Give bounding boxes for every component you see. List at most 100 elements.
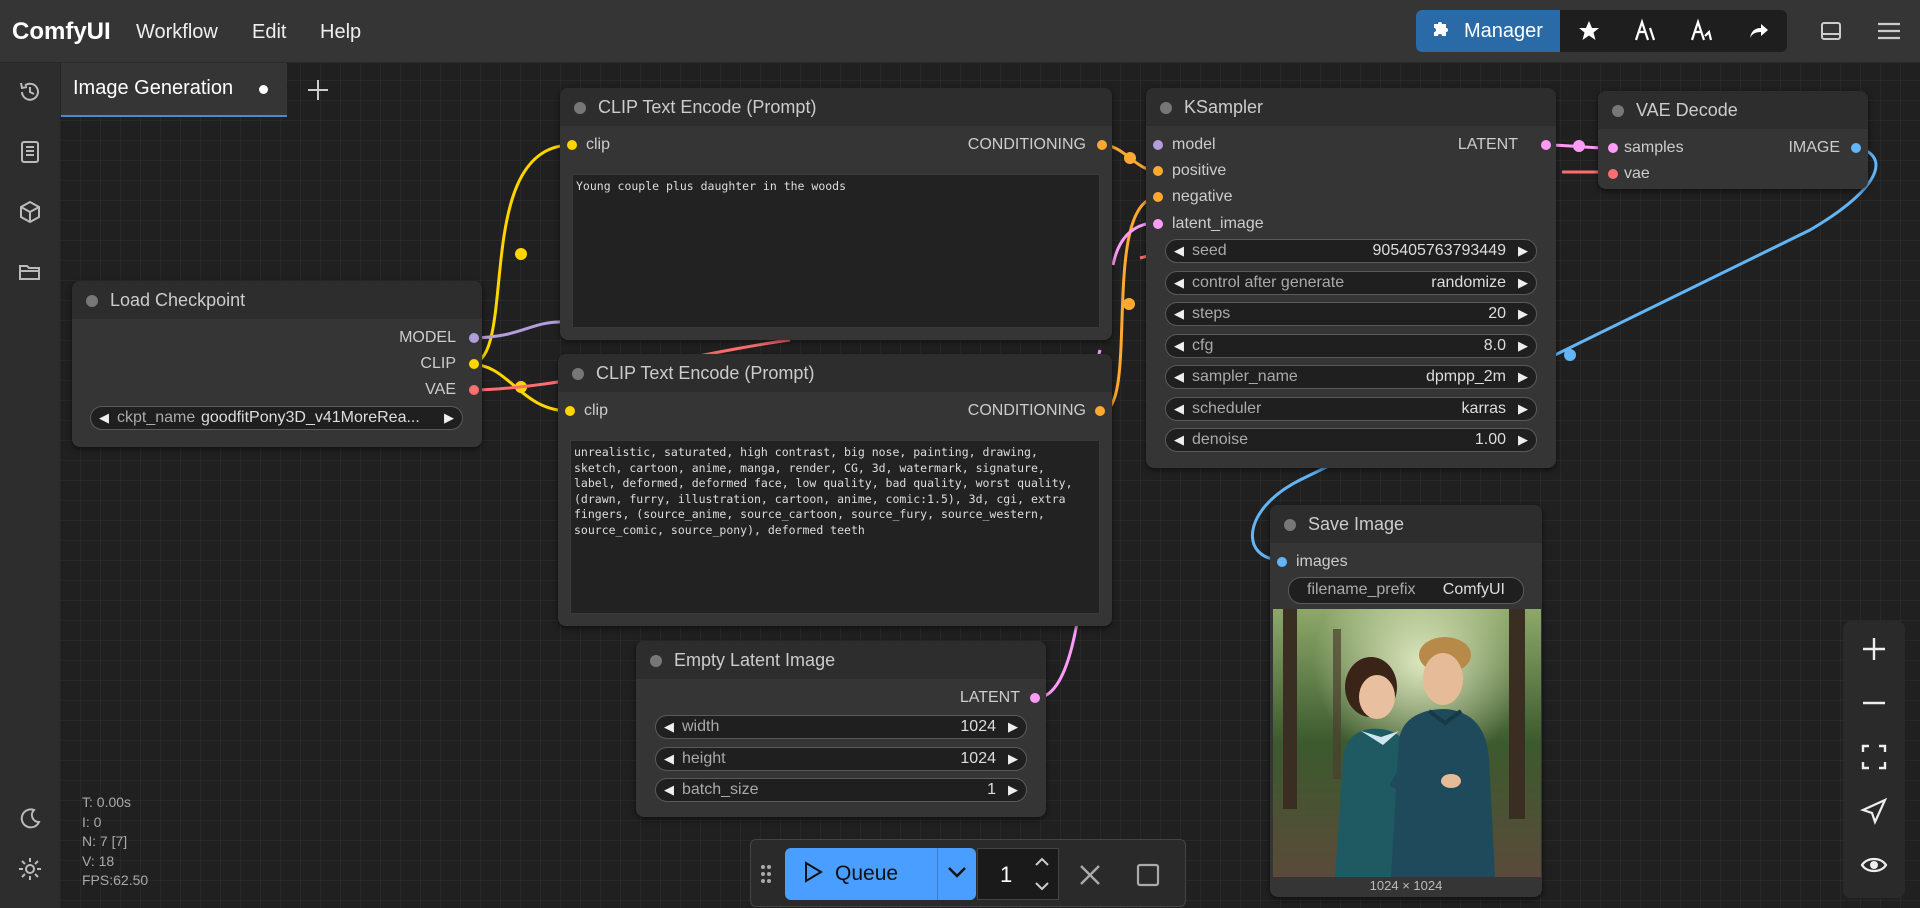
input-slot-model[interactable] — [1153, 140, 1163, 150]
zoom-out-minus-icon[interactable] — [1858, 687, 1890, 719]
arrow-right-icon[interactable]: ▶ — [1008, 782, 1018, 798]
collapse-dot[interactable] — [650, 655, 662, 667]
input-slot-samples[interactable] — [1608, 143, 1618, 153]
queue-options-dropdown[interactable] — [937, 848, 976, 900]
widget-row[interactable]: ◀ sampler_name dpmpp_2m ▶ — [1165, 365, 1537, 389]
arrow-right-icon[interactable]: ▶ — [1518, 369, 1528, 385]
input-slot-clip[interactable] — [565, 406, 575, 416]
theme-toggle-moon-icon[interactable] — [14, 803, 46, 835]
output-slot-conditioning[interactable] — [1097, 140, 1107, 150]
output-slot-image[interactable] — [1851, 143, 1861, 153]
widget-row[interactable]: ◀ denoise 1.00 ▶ — [1165, 428, 1537, 452]
node-empty-latent-image[interactable]: Empty Latent Image LATENT ◀ width 1024 ▶ ◀ he… — [636, 641, 1046, 817]
node-library-icon[interactable] — [14, 136, 46, 168]
widget-filename-prefix[interactable]: filename_prefix ComfyUI — [1288, 577, 1524, 604]
stop-square-icon[interactable] — [1135, 862, 1161, 893]
arrow-right-icon[interactable]: ▶ — [1518, 432, 1528, 448]
widget-row[interactable]: ◀ steps 20 ▶ — [1165, 302, 1537, 326]
collapse-dot[interactable] — [572, 368, 584, 380]
widget-ckpt-name[interactable]: ◀ ckpt_name goodfitPony3D_v41MoreRea... … — [90, 406, 463, 430]
output-slot-model[interactable] — [469, 333, 479, 343]
arrow-left-icon[interactable]: ◀ — [1174, 432, 1184, 448]
input-slot-negative[interactable] — [1153, 192, 1163, 202]
fit-view-icon[interactable] — [1858, 741, 1890, 773]
cancel-x-icon[interactable] — [1077, 862, 1103, 893]
queue-button[interactable]: Queue — [785, 848, 937, 900]
workflows-folder-icon[interactable] — [14, 256, 46, 288]
arrow-left-icon[interactable]: ◀ — [1174, 243, 1184, 259]
model-manager-icon[interactable] — [1624, 10, 1666, 52]
toggle-links-eye-icon[interactable] — [1858, 849, 1890, 881]
output-slot-latent[interactable] — [1541, 140, 1551, 150]
input-slot-positive[interactable] — [1153, 166, 1163, 176]
node-vae-decode[interactable]: VAE Decode samples vae IMAGE — [1598, 91, 1868, 189]
node-ksampler[interactable]: KSampler model positive negative latent_… — [1146, 88, 1556, 468]
arrow-right-icon[interactable]: ▶ — [1518, 338, 1528, 354]
model-library-icon[interactable] — [14, 196, 46, 228]
increment-chevron-up-icon[interactable] — [1034, 855, 1050, 873]
node-title-bar[interactable]: Save Image — [1270, 505, 1542, 543]
settings-gear-icon[interactable] — [14, 853, 46, 885]
node-title-bar[interactable]: Empty Latent Image — [636, 641, 1046, 679]
output-slot-vae[interactable] — [469, 385, 479, 395]
collapse-dot[interactable] — [1284, 519, 1296, 531]
widget-row[interactable]: ◀ height 1024 ▶ — [655, 746, 1027, 771]
arrow-left-icon[interactable]: ◀ — [1174, 338, 1184, 354]
arrow-left-icon[interactable]: ◀ — [1174, 275, 1184, 291]
collapse-dot[interactable] — [1160, 102, 1172, 114]
output-slot-latent[interactable] — [1030, 693, 1040, 703]
arrow-left-icon[interactable]: ◀ — [1174, 369, 1184, 385]
node-save-image[interactable]: Save Image images filename_prefix ComfyU… — [1270, 505, 1542, 897]
manager-button[interactable]: Manager — [1416, 10, 1560, 52]
output-slot-clip[interactable] — [469, 359, 479, 369]
zoom-in-plus-icon[interactable] — [1858, 633, 1890, 665]
node-clip-text-encode-positive[interactable]: CLIP Text Encode (Prompt) clip CONDITION… — [560, 88, 1112, 340]
node-title-bar[interactable]: KSampler — [1146, 88, 1556, 126]
arrow-left-icon[interactable]: ◀ — [99, 410, 109, 426]
arrow-left-icon[interactable]: ◀ — [664, 719, 674, 735]
input-slot-latent-image[interactable] — [1153, 219, 1163, 229]
node-load-checkpoint[interactable]: Load Checkpoint MODEL CLIP VAE ◀ ckpt_na… — [72, 281, 482, 447]
arrow-right-icon[interactable]: ▶ — [1008, 751, 1018, 767]
input-slot-clip[interactable] — [567, 140, 577, 150]
widget-row[interactable]: ◀ width 1024 ▶ — [655, 715, 1027, 739]
new-tab-plus-icon[interactable] — [304, 76, 332, 104]
arrow-right-icon[interactable]: ▶ — [1518, 243, 1528, 259]
history-icon[interactable] — [14, 76, 46, 108]
widget-row[interactable]: ◀ batch_size 1 ▶ — [655, 778, 1027, 802]
menu-workflow[interactable]: Workflow — [136, 21, 218, 44]
menu-edit[interactable]: Edit — [252, 21, 286, 44]
arrow-left-icon[interactable]: ◀ — [1174, 401, 1184, 417]
star-icon[interactable] — [1568, 10, 1610, 52]
node-title-bar[interactable]: VAE Decode — [1598, 91, 1868, 129]
output-slot-conditioning[interactable] — [1095, 406, 1105, 416]
collapse-dot[interactable] — [1612, 105, 1624, 117]
node-title-bar[interactable]: Load Checkpoint — [72, 281, 482, 319]
hamburger-menu-icon[interactable] — [1868, 10, 1910, 52]
widget-row[interactable]: ◀ seed 905405763793449 ▶ — [1165, 239, 1537, 263]
widget-row[interactable]: ◀ control after generate randomize ▶ — [1165, 270, 1537, 295]
arrow-left-icon[interactable]: ◀ — [1174, 306, 1184, 322]
menu-help[interactable]: Help — [320, 21, 361, 44]
arrow-left-icon[interactable]: ◀ — [664, 782, 674, 798]
negative-prompt-textarea[interactable]: unrealistic, saturated, high contrast, b… — [570, 440, 1100, 614]
widget-row[interactable]: ◀ scheduler karras ▶ — [1165, 396, 1537, 421]
output-image-preview[interactable] — [1273, 609, 1541, 877]
decrement-chevron-down-icon[interactable] — [1034, 879, 1050, 897]
node-title-bar[interactable]: CLIP Text Encode (Prompt) — [558, 354, 1112, 392]
select-mode-arrow-icon[interactable] — [1858, 795, 1890, 827]
node-clip-text-encode-negative[interactable]: CLIP Text Encode (Prompt) clip CONDITION… — [558, 354, 1112, 626]
prompt-textarea[interactable]: Young couple plus daughter in the woods — [572, 174, 1100, 328]
collapse-dot[interactable] — [86, 295, 98, 307]
arrow-left-icon[interactable]: ◀ — [664, 751, 674, 767]
arrow-right-icon[interactable]: ▶ — [444, 410, 454, 426]
input-slot-vae[interactable] — [1608, 169, 1618, 179]
input-slot-images[interactable] — [1277, 557, 1287, 567]
widget-row[interactable]: ◀ cfg 8.0 ▶ — [1165, 333, 1537, 358]
arrow-right-icon[interactable]: ▶ — [1518, 275, 1528, 291]
drag-handle-icon[interactable] — [759, 862, 773, 886]
custom-nodes-icon[interactable] — [1680, 10, 1722, 52]
batch-count-input[interactable]: 1 — [977, 848, 1059, 900]
bottom-panel-toggle-icon[interactable] — [1810, 10, 1852, 52]
node-title-bar[interactable]: CLIP Text Encode (Prompt) — [560, 88, 1112, 126]
